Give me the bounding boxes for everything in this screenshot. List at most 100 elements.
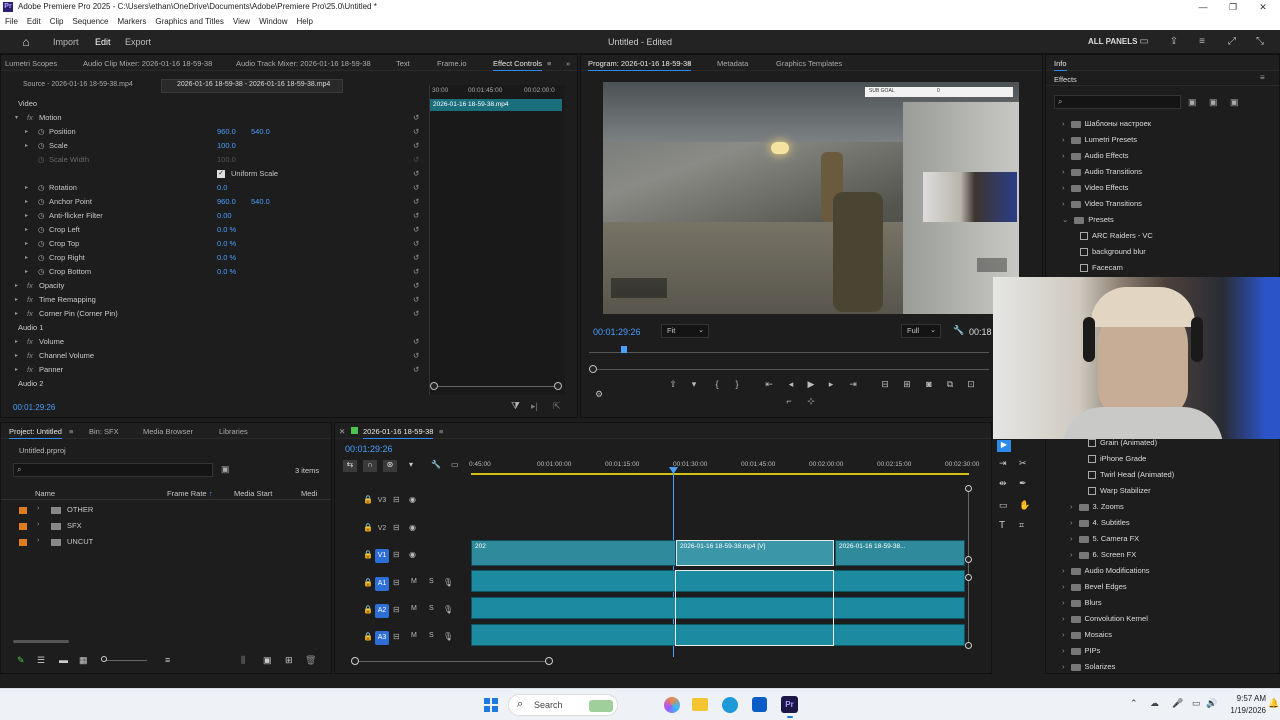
button-editor-icon[interactable]: ⊡ bbox=[965, 379, 977, 390]
timeline-zoom-bar[interactable] bbox=[355, 661, 549, 662]
ec-property-row[interactable]: ▸ ◷ Anchor Point 960.0 540.0 ↺ bbox=[1, 195, 421, 209]
stopwatch-icon[interactable]: ◷ bbox=[38, 153, 45, 167]
menu-sequence[interactable]: Sequence bbox=[72, 14, 108, 30]
fx-icon[interactable]: fx bbox=[27, 335, 33, 349]
menu-edit[interactable]: Edit bbox=[27, 14, 41, 30]
list-item[interactable]: › SFX bbox=[1, 518, 331, 534]
reset-icon[interactable]: ↺ bbox=[413, 125, 419, 139]
mark-in-icon[interactable]: { bbox=[711, 379, 723, 389]
clock-date[interactable]: 1/19/2026 bbox=[1228, 706, 1266, 715]
effects-folder[interactable]: › Bevel Edges bbox=[1062, 582, 1127, 591]
property-value[interactable]: 0.0 % bbox=[217, 251, 236, 265]
add-marker-icon[interactable]: ▾ bbox=[409, 460, 413, 469]
export-tab[interactable]: Export bbox=[125, 37, 151, 47]
add-marker-icon[interactable]: ▾ bbox=[688, 379, 700, 390]
list-item[interactable]: › UNCUT bbox=[1, 534, 331, 550]
project-menu-icon[interactable]: ≡ bbox=[69, 427, 73, 436]
effects-preset[interactable]: Grain (Animated) bbox=[1078, 438, 1157, 448]
program-menu-icon[interactable]: ≡ bbox=[687, 59, 691, 68]
reset-icon[interactable]: ↺ bbox=[413, 167, 419, 181]
tab-libraries[interactable]: Libraries bbox=[219, 427, 248, 436]
tab-info[interactable]: Info bbox=[1054, 59, 1067, 71]
scroll-handle-v[interactable] bbox=[965, 556, 972, 563]
tab-text[interactable]: Text bbox=[396, 59, 410, 68]
chevron-down-icon[interactable]: ⌄ bbox=[1062, 215, 1068, 224]
chevron-right-icon[interactable]: › bbox=[1062, 151, 1065, 160]
list-view-icon[interactable]: ☰ bbox=[37, 655, 45, 666]
tab-frameio[interactable]: Frame.io bbox=[437, 59, 467, 68]
eye-icon[interactable]: ◉ bbox=[409, 550, 416, 559]
sequence-menu-icon[interactable]: ≡ bbox=[439, 427, 443, 436]
camera-icon[interactable]: ◙ bbox=[923, 379, 935, 389]
reset-icon[interactable]: ↺ bbox=[413, 237, 419, 251]
scroll-handle-top[interactable] bbox=[965, 485, 972, 492]
scroll-handle-bottom[interactable] bbox=[965, 642, 972, 649]
lock-icon[interactable]: 🔒 bbox=[363, 495, 373, 504]
nest-icon[interactable]: ⇆ bbox=[343, 460, 357, 472]
mute-icon[interactable]: M bbox=[411, 605, 417, 612]
col-frame-rate[interactable]: Frame Rate bbox=[167, 489, 207, 498]
fx-icon[interactable]: fx bbox=[27, 293, 33, 307]
effects-folder[interactable]: › 5. Camera FX bbox=[1070, 534, 1139, 543]
edit-tab[interactable]: Edit bbox=[95, 37, 111, 47]
chevron-right-icon[interactable]: › bbox=[1070, 518, 1073, 527]
yuv-effects-icon[interactable]: ▣ bbox=[1230, 97, 1239, 108]
tab-lumetri-scopes[interactable]: Lumetri Scopes bbox=[5, 59, 57, 68]
taskbar-search-box[interactable]: ⌕ Search bbox=[508, 694, 618, 716]
ec-property-row[interactable]: ▸ ◷ Scale 100.0 ↺ bbox=[1, 139, 421, 153]
play-icon[interactable]: ▶ bbox=[805, 379, 817, 390]
property-value[interactable]: 960.0 bbox=[217, 125, 236, 139]
stopwatch-icon[interactable]: ◷ bbox=[38, 251, 45, 265]
chevron-right-icon[interactable]: ▸ bbox=[25, 265, 33, 279]
menu-graphics-titles[interactable]: Graphics and Titles bbox=[155, 14, 223, 30]
volume-icon[interactable]: 🔊 bbox=[1206, 698, 1217, 709]
menu-markers[interactable]: Markers bbox=[118, 14, 147, 30]
all-panels-button[interactable]: ALL PANELS bbox=[1088, 37, 1137, 46]
chevron-right-icon[interactable]: › bbox=[1070, 534, 1073, 543]
chevron-right-icon[interactable]: ▸ bbox=[25, 251, 33, 265]
ec-property-row[interactable]: ▸ fx Opacity ↺ bbox=[1, 279, 421, 293]
tab-audio-track-mixer[interactable]: Audio Track Mixer: 2026-01-16 18-59-38 bbox=[236, 59, 371, 68]
video-clip[interactable]: 2026-01-16 18-59-38... bbox=[835, 540, 965, 566]
panel-layout-icon[interactable]: ▭ bbox=[1138, 36, 1150, 48]
reset-icon[interactable]: ↺ bbox=[413, 293, 419, 307]
chevron-right-icon[interactable]: › bbox=[1062, 662, 1065, 671]
chevron-right-icon[interactable]: › bbox=[1062, 614, 1065, 623]
effects-menu-icon[interactable]: ≡ bbox=[1260, 73, 1265, 82]
ec-property-row[interactable]: ▸ ◷ Crop Left 0.0 % ↺ bbox=[1, 223, 421, 237]
go-to-out-icon[interactable]: ⇥ bbox=[847, 379, 859, 390]
effects-folder[interactable]: › Mosaics bbox=[1062, 630, 1112, 639]
effects-folder[interactable]: › 3. Zooms bbox=[1070, 502, 1124, 511]
share-icon[interactable]: ⇪ bbox=[1168, 36, 1180, 48]
solo-icon[interactable]: S bbox=[429, 632, 434, 639]
effects-folder[interactable]: › Lumetri Presets bbox=[1062, 135, 1137, 144]
chevron-icon[interactable]: ▸ bbox=[15, 335, 23, 349]
reset-icon[interactable]: ↺ bbox=[413, 209, 419, 223]
chevron-right-icon[interactable]: › bbox=[1062, 630, 1065, 639]
stopwatch-icon[interactable]: ◷ bbox=[38, 195, 45, 209]
fx-icon[interactable]: fx bbox=[27, 279, 33, 293]
ec-property-row[interactable]: ▸ fx Corner Pin (Corner Pin) ↺ bbox=[1, 307, 421, 321]
chevron-icon[interactable]: ▸ bbox=[15, 307, 23, 321]
zoom-slider-handle[interactable] bbox=[101, 656, 107, 662]
import-tab[interactable]: Import bbox=[53, 37, 79, 47]
reset-icon[interactable]: ↺ bbox=[413, 251, 419, 265]
display-icon[interactable]: ▭ bbox=[1192, 698, 1201, 709]
fx-icon[interactable]: fx bbox=[27, 349, 33, 363]
ec-property-row[interactable]: ▸ ◷ Crop Top 0.0 % ↺ bbox=[1, 237, 421, 251]
file-explorer-icon[interactable] bbox=[692, 698, 708, 711]
program-video-frame[interactable]: SUB GOAL 0 bbox=[603, 82, 1019, 314]
step-forward-icon[interactable]: ▸ bbox=[825, 379, 837, 390]
effects-folder[interactable]: › 4. Subtitles bbox=[1070, 518, 1130, 527]
chevron-right-icon[interactable]: ▸ bbox=[25, 209, 33, 223]
track-label[interactable]: A1 bbox=[375, 577, 389, 591]
reset-icon[interactable]: ↺ bbox=[413, 111, 419, 125]
windows-start-icon[interactable] bbox=[484, 698, 498, 712]
fit-dropdown[interactable]: Fit ⌄ bbox=[661, 324, 709, 338]
tab-sequence[interactable]: 2026-01-16 18-59-38 bbox=[363, 427, 434, 439]
property-value[interactable]: 100.0 bbox=[217, 139, 236, 153]
effects-folder[interactable]: › Video Effects bbox=[1062, 183, 1128, 192]
track-label[interactable]: A2 bbox=[375, 604, 389, 618]
reset-icon[interactable]: ↺ bbox=[413, 307, 419, 321]
chevron-up-icon[interactable]: ⌃ bbox=[1130, 698, 1138, 709]
